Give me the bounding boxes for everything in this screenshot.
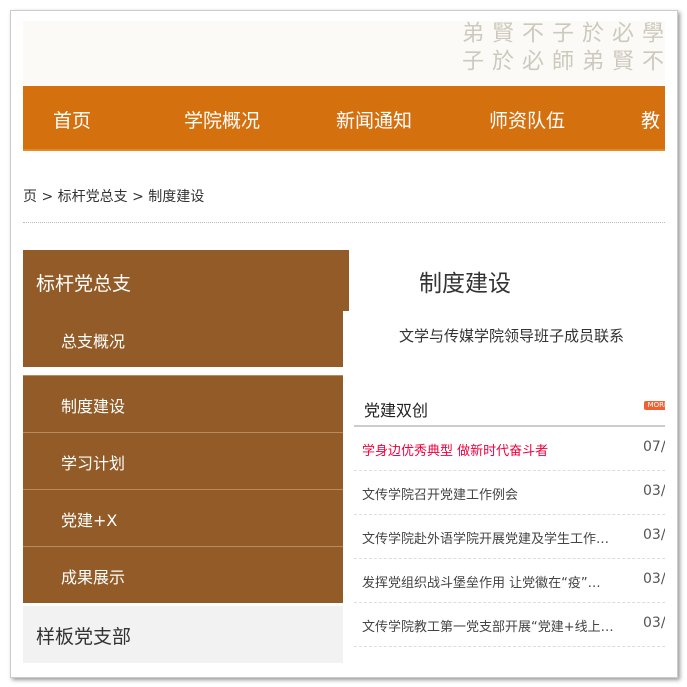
- news-item[interactable]: 文传学院召开党建工作例会 03/: [354, 471, 665, 515]
- sidebar-item-label: 制度建设: [61, 397, 126, 416]
- article-link[interactable]: 文学与传媒学院领导班子成员联系: [399, 325, 624, 346]
- nav-home[interactable]: 首页: [53, 106, 91, 133]
- sidebar-item-label: 总支概况: [61, 332, 126, 351]
- sidebar-item-overview[interactable]: 总支概况: [23, 311, 343, 367]
- news-item[interactable]: 学身边优秀典型 做新时代奋斗者 07/: [354, 427, 665, 471]
- news-header-title: 党建双创: [364, 401, 429, 420]
- sidebar-item-label: 党建+X: [61, 511, 118, 530]
- page-title: 制度建设: [419, 271, 511, 297]
- sidebar-section-model-branch[interactable]: 样板党支部: [23, 606, 343, 663]
- sidebar-item-results[interactable]: 成果展示: [23, 546, 343, 603]
- divider: [23, 222, 665, 223]
- nav-teaching[interactable]: 教: [641, 106, 660, 133]
- calligraphy-banner: 學不必賢於弟子師不必賢於弟子: [23, 21, 665, 85]
- news-item[interactable]: 文传学院赴外语学院开展党建及学生工作… 03/: [354, 515, 665, 559]
- sidebar-item-label: 成果展示: [61, 568, 126, 587]
- sidebar-item-label: 学习计划: [61, 454, 126, 473]
- sidebar-header-label: 标杆党总支: [36, 273, 132, 295]
- sidebar-section-label: 样板党支部: [36, 626, 132, 648]
- news-date: 03/: [643, 527, 665, 543]
- news-title: 文传学院教工第一党支部开展“党建+线上…: [362, 620, 614, 635]
- sidebar-item-party-x[interactable]: 党建+X: [23, 489, 343, 546]
- news-title: 发挥党组织战斗堡垒作用 让党徽在“疫”…: [362, 576, 601, 591]
- more-button[interactable]: MORE: [644, 401, 665, 410]
- sidebar-item-system[interactable]: 制度建设: [23, 375, 343, 432]
- news-date: 07/: [643, 439, 665, 455]
- nav-faculty[interactable]: 师资队伍: [489, 106, 565, 133]
- news-date: 03/: [643, 483, 665, 499]
- sidebar-header: 标杆党总支: [23, 250, 349, 311]
- main-nav: 首页 学院概况 新闻通知 师资队伍 教: [23, 86, 665, 151]
- news-item[interactable]: 发挥党组织战斗堡垒作用 让党徽在“疫”… 03/: [354, 559, 665, 603]
- news-date: 03/: [643, 615, 665, 631]
- news-title: 文传学院赴外语学院开展党建及学生工作…: [362, 532, 610, 547]
- page-frame: 學不必賢於弟子師不必賢於弟子 首页 学院概况 新闻通知 师资队伍 教 页 > 标…: [10, 10, 678, 678]
- news-title: 学身边优秀典型 做新时代奋斗者: [362, 444, 549, 459]
- nav-about[interactable]: 学院概况: [184, 106, 260, 133]
- news-date: 03/: [643, 571, 665, 587]
- news-title: 文传学院召开党建工作例会: [362, 488, 519, 503]
- breadcrumb: 页 > 标杆党总支 > 制度建设: [23, 189, 205, 205]
- news-item[interactable]: 文传学院教工第一党支部开展“党建+线上… 03/: [354, 603, 665, 647]
- nav-news[interactable]: 新闻通知: [336, 106, 412, 133]
- news-header: 党建双创 MORE: [354, 391, 665, 427]
- sidebar-item-study-plan[interactable]: 学习计划: [23, 432, 343, 489]
